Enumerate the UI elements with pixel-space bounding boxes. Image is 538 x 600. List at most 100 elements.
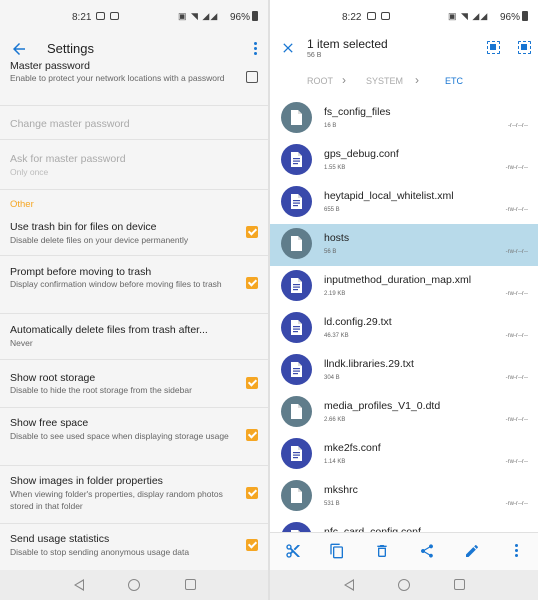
file-size: 46.37 KB	[324, 333, 349, 339]
nav-recents-icon[interactable]	[185, 579, 196, 590]
pref-change-master-password[interactable]: Change master password	[0, 106, 268, 140]
file-permissions: -rw-r--r--	[505, 249, 528, 255]
file-permissions: -rw-r--r--	[505, 333, 528, 339]
battery-text: 96%	[230, 12, 251, 23]
pref-title: Show images in folder properties	[10, 475, 163, 487]
more-options-icon[interactable]	[254, 42, 258, 58]
back-arrow-icon[interactable]	[10, 40, 28, 58]
pref-summary: Disable delete files on your device perm…	[10, 235, 189, 245]
file-row[interactable]: hosts 56 B -rw-r--r--	[270, 224, 538, 266]
cut-icon[interactable]	[285, 543, 301, 559]
breadcrumb-etc[interactable]: ETC	[445, 76, 463, 86]
breadcrumb-root[interactable]: ROOT	[307, 76, 333, 86]
edit-icon[interactable]	[464, 543, 480, 559]
file-size: 2.66 KB	[324, 417, 346, 423]
close-icon[interactable]	[280, 40, 296, 56]
nav-back-icon[interactable]	[344, 579, 354, 591]
show-images-checkbox[interactable]	[246, 487, 258, 499]
file-row[interactable]: inputmethod_duration_map.xml 2.19 KB -rw-r…	[270, 266, 538, 308]
status-time: 8:21	[72, 12, 92, 23]
chevron-right-icon: ›	[415, 73, 419, 87]
pref-summary: Display confirmation window before movin…	[10, 279, 222, 289]
chevron-right-icon: ›	[342, 73, 346, 87]
file-row[interactable]: mkshrc 531 B -rw-r--r--	[270, 476, 538, 518]
file-permissions: -rw-r--r--	[505, 501, 528, 507]
file-row[interactable]: gps_debug.conf 1.55 KB -rw-r--r--	[270, 140, 538, 182]
system-nav-bar	[0, 570, 268, 600]
notification-icon	[367, 12, 376, 20]
pref-title: Ask for master password	[10, 153, 126, 165]
file-row[interactable]: nfc_card_config.conf	[270, 518, 538, 532]
show-root-storage-checkbox[interactable]	[246, 377, 258, 389]
pref-title: Show free space	[10, 417, 89, 429]
file-permissions: -rw-r--r--	[505, 165, 528, 171]
pref-summary: Never	[10, 338, 33, 348]
breadcrumb: ROOT › SYSTEM › ETC	[270, 70, 538, 92]
battery-icon	[252, 11, 258, 21]
file-name: mkshrc	[324, 484, 358, 496]
file-size: 655 B	[324, 207, 340, 213]
select-all-icon[interactable]	[487, 41, 500, 54]
nav-home-icon[interactable]	[128, 579, 140, 591]
breadcrumb-system[interactable]: SYSTEM	[366, 76, 403, 86]
notification-icon	[96, 12, 105, 20]
section-header-other: Other	[10, 199, 34, 210]
pref-auto-delete-trash[interactable]: Automatically delete files from trash af…	[0, 314, 268, 360]
file-row[interactable]: media_profiles_V1_0.dtd 2.66 KB -rw-r--r--	[270, 392, 538, 434]
pref-prompt-before-trash[interactable]: Prompt before moving to trash Display co…	[0, 256, 268, 314]
signal-icon: ▣ ◥ ◢◢	[178, 11, 219, 21]
pref-send-usage-stats[interactable]: Send usage statistics Disable to stop se…	[0, 524, 268, 570]
file-size: 531 B	[324, 501, 340, 507]
file-permissions: -rw-r--r--	[505, 459, 528, 465]
master-password-checkbox[interactable]	[246, 71, 258, 83]
file-row[interactable]: ld.config.29.txt 46.37 KB -rw-r--r--	[270, 308, 538, 350]
pref-summary: Disable to hide the root storage from th…	[10, 385, 192, 395]
use-trash-bin-checkbox[interactable]	[246, 226, 258, 238]
select-inverse-icon[interactable]	[518, 41, 531, 54]
file-size: 2.19 KB	[324, 291, 346, 297]
pref-title: Automatically delete files from trash af…	[10, 324, 208, 336]
delete-icon[interactable]	[374, 543, 390, 559]
file-permissions: -rw-r--r--	[505, 417, 528, 423]
show-free-space-checkbox[interactable]	[246, 429, 258, 441]
file-row[interactable]: mke2fs.conf 1.14 KB -rw-r--r--	[270, 434, 538, 476]
file-name: ld.config.29.txt	[324, 316, 392, 328]
file-permissions: -rw-r--r--	[505, 375, 528, 381]
file-list: fs_config_files 16 B -r--r--r-- gps_debug.c…	[270, 98, 538, 532]
nav-home-icon[interactable]	[398, 579, 410, 591]
send-usage-stats-checkbox[interactable]	[246, 539, 258, 551]
file-row[interactable]: llndk.libraries.29.txt 304 B -rw-r--r--	[270, 350, 538, 392]
share-icon[interactable]	[419, 543, 435, 559]
selection-count: 1 item selected	[307, 37, 388, 51]
page-title: Settings	[47, 41, 94, 56]
file-name: mke2fs.conf	[324, 442, 381, 454]
copy-icon[interactable]	[329, 543, 345, 559]
document-icon	[281, 144, 312, 175]
file-icon	[281, 102, 312, 133]
document-icon	[281, 522, 312, 532]
pref-show-free-space[interactable]: Show free space Disable to see used spac…	[0, 408, 268, 466]
file-size: 56 B	[324, 249, 337, 255]
nav-recents-icon[interactable]	[454, 579, 465, 590]
document-icon	[281, 438, 312, 469]
pref-summary: Enable to protect your network locations…	[10, 73, 225, 83]
pref-show-images-folder[interactable]: Show images in folder properties When vi…	[0, 466, 268, 524]
file-row[interactable]: heytapid_local_whitelist.xml 655 B -rw-r--…	[270, 182, 538, 224]
file-row[interactable]: fs_config_files 16 B -r--r--r--	[270, 98, 538, 140]
pref-ask-master-password[interactable]: Ask for master password Only once	[0, 140, 268, 190]
pref-master-password[interactable]: Master password Enable to protect your n…	[0, 58, 268, 106]
file-name: gps_debug.conf	[324, 148, 399, 160]
more-icon[interactable]	[515, 544, 519, 560]
pref-show-root-storage[interactable]: Show root storage Disable to hide the ro…	[0, 360, 268, 408]
file-name: inputmethod_duration_map.xml	[324, 274, 472, 286]
file-size: 1.55 KB	[324, 165, 346, 171]
file-name: media_profiles_V1_0.dtd	[324, 400, 441, 412]
pref-use-trash-bin[interactable]: Use trash bin for files on device Disabl…	[0, 210, 268, 256]
nav-back-icon[interactable]	[74, 579, 84, 591]
file-size: 304 B	[324, 375, 340, 381]
pref-title: Send usage statistics	[10, 533, 110, 545]
file-size: 16 B	[324, 123, 337, 129]
file-name: hosts	[324, 232, 350, 244]
prompt-before-trash-checkbox[interactable]	[246, 277, 258, 289]
selection-toolbar: 1 item selected 56 B	[270, 34, 538, 64]
